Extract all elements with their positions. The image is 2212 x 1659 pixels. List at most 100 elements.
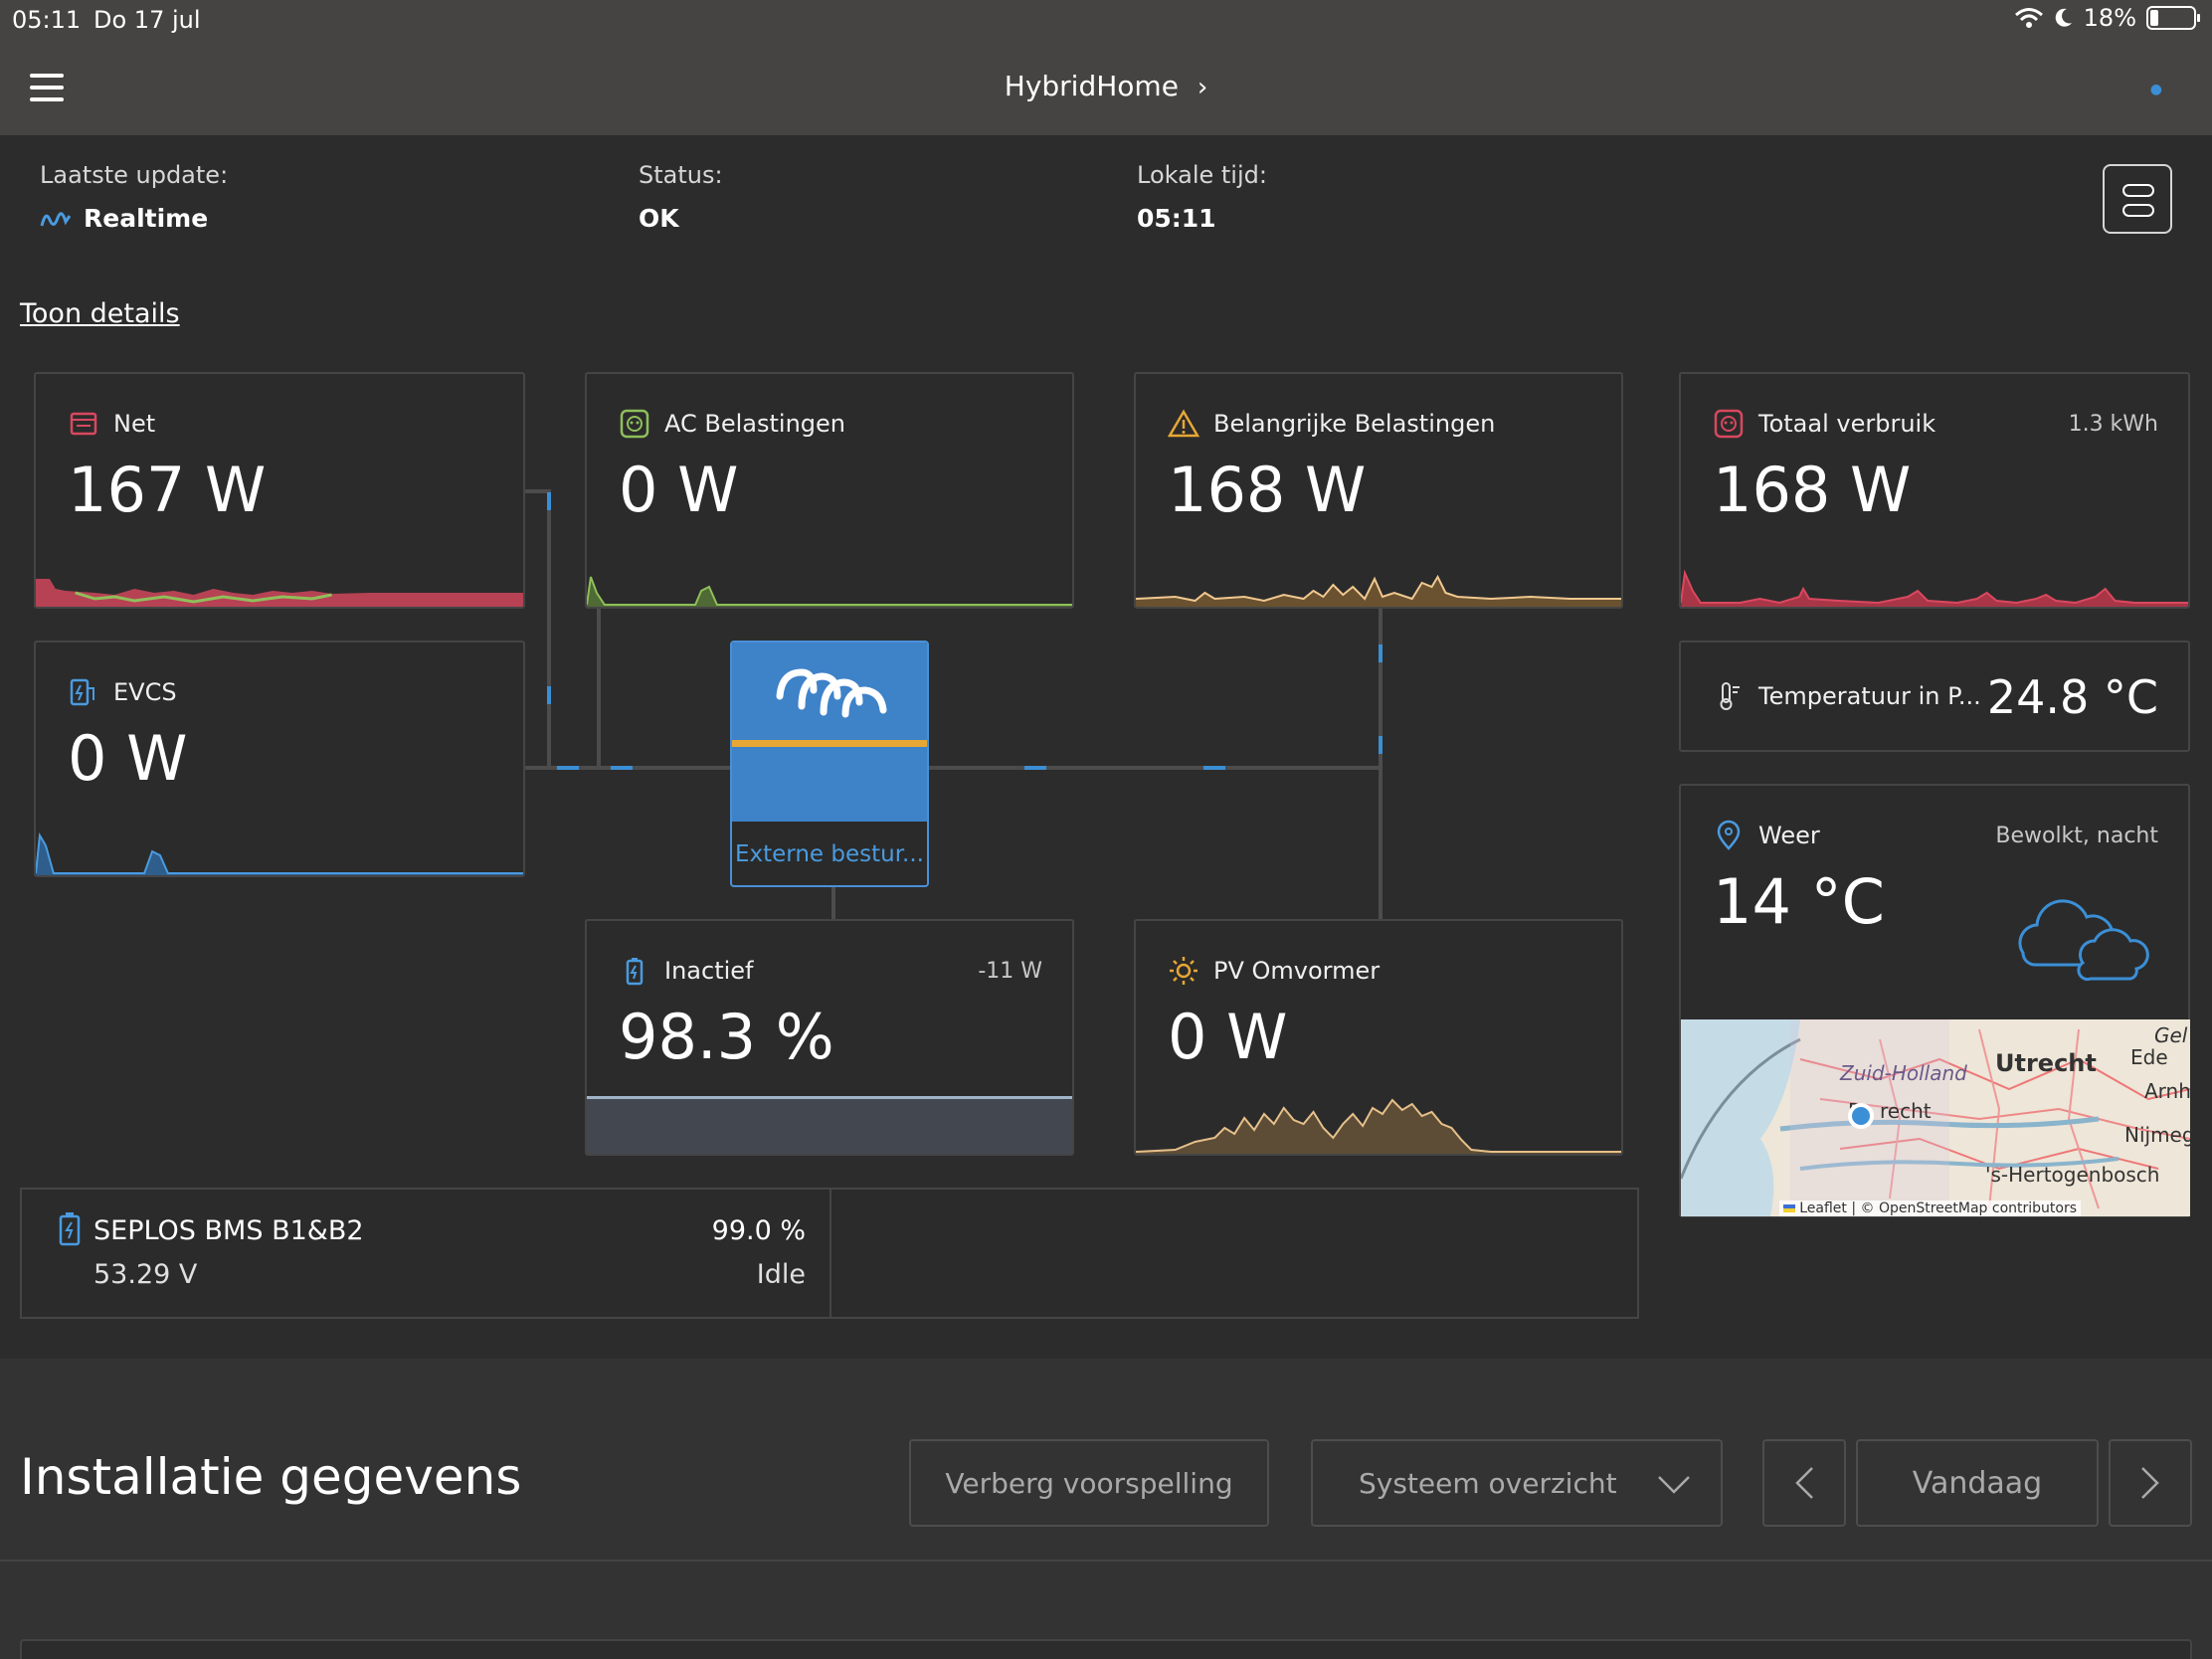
inverter-accent-stripe bbox=[732, 740, 927, 747]
leaflet-flag-icon bbox=[1783, 1204, 1796, 1212]
chevron-left-icon bbox=[1795, 1467, 1813, 1499]
wire bbox=[929, 766, 1382, 770]
battery-card-title: Inactief bbox=[619, 955, 753, 987]
flow-indicator bbox=[547, 492, 551, 510]
status-bar: 05:11 Do 17 jul 18% bbox=[0, 0, 2212, 40]
weather-card-title: Weer bbox=[1713, 820, 1820, 851]
flow-indicator bbox=[1379, 645, 1382, 662]
socket-icon bbox=[620, 409, 649, 439]
last-update-value: Realtime bbox=[40, 204, 208, 233]
ac-loads-card-label: AC Belastingen bbox=[664, 410, 845, 438]
evcs-card[interactable]: EVCS 0 W bbox=[34, 641, 525, 877]
location-marker[interactable] bbox=[1848, 1103, 1874, 1129]
weather-card-label: Weer bbox=[1758, 822, 1820, 849]
ac-loads-card-title: AC Belastingen bbox=[619, 408, 845, 440]
critical-loads-sparkline bbox=[1136, 574, 1621, 607]
bms-voltage: 53.29 V bbox=[93, 1259, 198, 1290]
map-attribution[interactable]: Leaflet | © OpenStreetMap contributors bbox=[1779, 1200, 2081, 1216]
ac-loads-sparkline bbox=[587, 576, 1072, 607]
critical-loads-power-value: 168 W bbox=[1168, 454, 1367, 526]
previous-day-button[interactable] bbox=[1762, 1439, 1846, 1527]
map-label-utrecht: Utrecht bbox=[1995, 1049, 2097, 1077]
flow-indicator bbox=[557, 766, 579, 770]
temperature-card-title: Temperatuur in P... bbox=[1713, 680, 1981, 712]
battery-card[interactable]: Inactief -11 W 98.3 % bbox=[585, 919, 1074, 1156]
map-label-gel: Gel bbox=[2154, 1023, 2188, 1047]
status-time: 05:11 bbox=[12, 6, 82, 34]
bms-name: SEPLOS BMS B1&B2 bbox=[93, 1215, 364, 1246]
section-divider bbox=[0, 1560, 2212, 1562]
pv-sparkline bbox=[1136, 1098, 1621, 1154]
pv-inverter-card[interactable]: PV Omvormer 0 W bbox=[1134, 919, 1623, 1156]
map-attribution-text: Leaflet | © OpenStreetMap contributors bbox=[1799, 1200, 2077, 1216]
map-label-zuid-holland: Zuid-Holland bbox=[1840, 1061, 1967, 1085]
chart-panel bbox=[20, 1639, 2192, 1659]
total-consumption-card[interactable]: Totaal verbruik 1.3 kWh 168 W bbox=[1679, 372, 2190, 609]
total-consumption-energy: 1.3 kWh bbox=[2068, 412, 2158, 437]
critical-loads-card[interactable]: Belangrijke Belastingen 168 W bbox=[1134, 372, 1623, 609]
thermometer-icon bbox=[1720, 682, 1740, 710]
bms-soc: 99.0 % bbox=[711, 1215, 806, 1246]
chevron-right-icon: › bbox=[1197, 73, 1208, 102]
moon-icon bbox=[2055, 8, 2072, 27]
battery-power: -11 W bbox=[978, 959, 1042, 984]
today-button[interactable]: Vandaag bbox=[1856, 1439, 2099, 1527]
temperature-value: 24.8 °C bbox=[1986, 670, 2158, 724]
plug-socket-icon bbox=[1714, 409, 1744, 439]
location-map[interactable]: Utrecht Zuid-Holland Ede Gel Arnh Nijmeg… bbox=[1681, 1019, 2190, 1216]
chevron-down-icon bbox=[1658, 1476, 1690, 1494]
overview-select-value: Systeem overzicht bbox=[1359, 1466, 1617, 1500]
total-consumption-sparkline bbox=[1681, 569, 2188, 607]
local-time-value: 05:11 bbox=[1137, 204, 1216, 233]
map-label-ede: Ede bbox=[2130, 1045, 2168, 1069]
wire bbox=[1379, 766, 1382, 919]
temperature-card-label: Temperatuur in P... bbox=[1758, 682, 1981, 710]
total-consumption-power-value: 168 W bbox=[1713, 454, 1912, 526]
status-value: OK bbox=[639, 204, 679, 233]
victron-logo-icon bbox=[776, 668, 887, 718]
connection-dot-icon: ● bbox=[2149, 82, 2162, 97]
ac-loads-card[interactable]: AC Belastingen 0 W bbox=[585, 372, 1074, 609]
total-consumption-card-title: Totaal verbruik bbox=[1713, 408, 1936, 440]
sun-icon bbox=[1170, 957, 1198, 985]
flow-indicator bbox=[1024, 766, 1046, 770]
evcs-card-label: EVCS bbox=[113, 678, 177, 706]
map-label-recht: recht bbox=[1880, 1099, 1932, 1123]
flow-indicator bbox=[1379, 736, 1382, 754]
battery-icon bbox=[2146, 6, 2200, 30]
wire bbox=[597, 607, 601, 768]
weather-temperature: 14 °C bbox=[1713, 865, 1885, 938]
last-update-label: Laatste update: bbox=[40, 161, 229, 189]
show-details-link[interactable]: Toon details bbox=[20, 298, 180, 329]
next-day-button[interactable] bbox=[2109, 1439, 2192, 1527]
battery-card-label: Inactief bbox=[664, 957, 754, 985]
pv-power-value: 0 W bbox=[1168, 1001, 1288, 1073]
inverter-label: Externe bestur... bbox=[734, 841, 924, 867]
layout-toggle-button[interactable] bbox=[2103, 164, 2172, 234]
evcs-sparkline bbox=[36, 831, 523, 875]
wifi-icon bbox=[2014, 8, 2043, 28]
installation-data-section: Installatie gegevens Verberg voorspellin… bbox=[0, 1359, 2212, 1659]
map-tiles bbox=[1681, 1019, 2190, 1216]
installation-title[interactable]: HybridHome › bbox=[0, 70, 2212, 102]
status-date: Do 17 jul bbox=[93, 6, 201, 34]
battery-percent: 18% bbox=[2083, 4, 2136, 32]
map-label-hertogenbosch: 's-Hertogenbosch bbox=[1985, 1163, 2160, 1187]
location-pin-icon bbox=[1717, 820, 1741, 850]
last-update-text: Realtime bbox=[84, 204, 209, 233]
wire bbox=[831, 887, 835, 921]
overview-select[interactable]: Systeem overzicht bbox=[1311, 1439, 1723, 1527]
hide-forecast-button[interactable]: Verberg voorspelling bbox=[909, 1439, 1269, 1527]
grid-card[interactable]: Net 167 W bbox=[34, 372, 525, 609]
wire bbox=[523, 489, 549, 493]
pv-card-label: PV Omvormer bbox=[1213, 957, 1381, 985]
installation-title-text: HybridHome bbox=[1004, 70, 1179, 102]
pv-card-title: PV Omvormer bbox=[1168, 955, 1380, 987]
inverter-card[interactable]: Externe bestur... bbox=[730, 641, 929, 887]
temperature-card[interactable]: Temperatuur in P... 24.8 °C bbox=[1679, 641, 2190, 752]
local-time-label: Lokale tijd: bbox=[1137, 161, 1267, 189]
bms-divider bbox=[830, 1190, 831, 1317]
ac-loads-power-value: 0 W bbox=[619, 454, 739, 526]
bms-row[interactable]: SEPLOS BMS B1&B2 53.29 V 99.0 % Idle bbox=[20, 1188, 1639, 1319]
critical-loads-card-label: Belangrijke Belastingen bbox=[1213, 410, 1496, 438]
